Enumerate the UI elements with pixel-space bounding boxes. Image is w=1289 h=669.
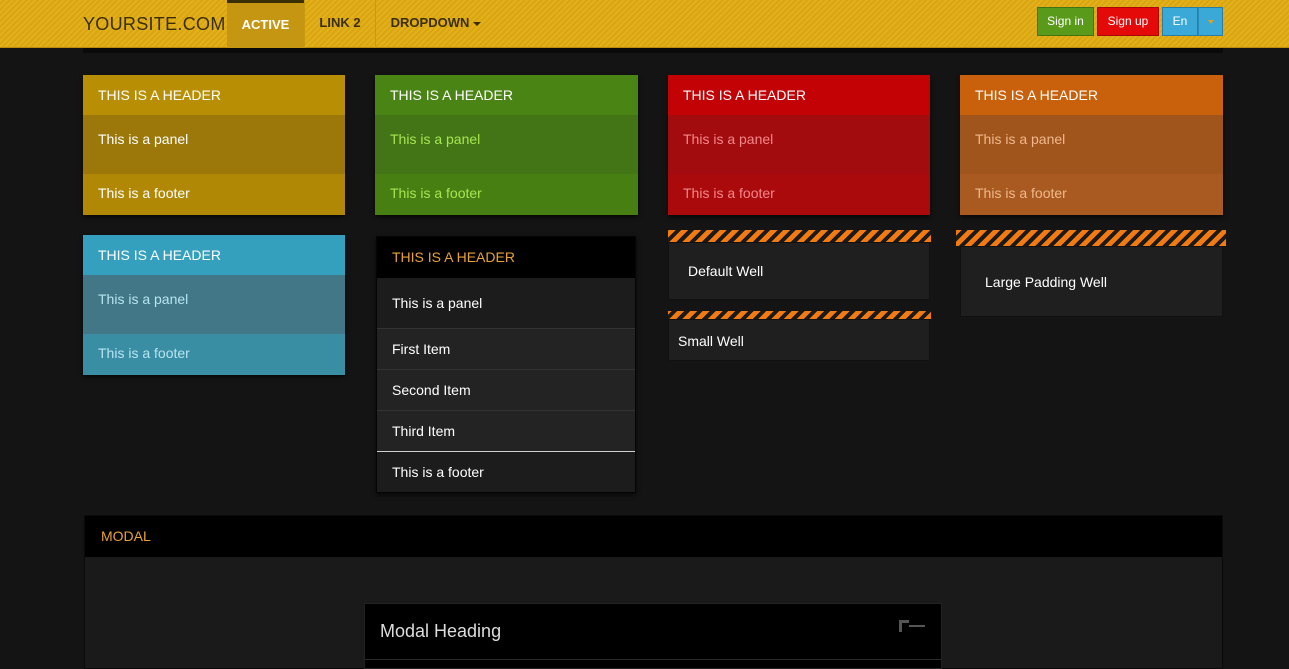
panel-red: THIS IS A HEADER This is a panel This is… xyxy=(668,75,930,215)
panel-body: This is a panel xyxy=(375,115,638,174)
caret-down-icon xyxy=(473,21,482,26)
modal-dialog: Modal Heading xyxy=(364,603,942,669)
panel-body: This is a panel xyxy=(377,278,635,329)
nav-item-label: DROPDOWN xyxy=(390,15,470,30)
panel-header: THIS IS A HEADER xyxy=(668,75,930,115)
well-label: Default Well xyxy=(688,263,764,279)
close-icon[interactable] xyxy=(899,620,925,634)
panel-header: THIS IS A HEADER xyxy=(375,75,638,115)
nav-item-dropdown[interactable]: DROPDOWN xyxy=(376,0,496,48)
large-padding-well: Large Padding Well xyxy=(960,246,1223,317)
panel-header: THIS IS A HEADER xyxy=(83,75,345,115)
panel-list: THIS IS A HEADER This is a panel First I… xyxy=(376,236,636,493)
panel-orange: THIS IS A HEADER This is a panel This is… xyxy=(960,75,1223,215)
hazard-stripe xyxy=(956,230,1226,246)
language-label: En xyxy=(1172,14,1188,28)
panel-footer: This is a footer xyxy=(83,174,345,215)
panel-body: This is a panel xyxy=(83,115,345,174)
panel-footer: This is a footer xyxy=(375,174,638,215)
sign-up-label: Sign up xyxy=(1107,14,1149,28)
panel-header: THIS IS A HEADER xyxy=(960,75,1223,115)
panel-footer: This is a footer xyxy=(668,174,930,215)
panel-body: This is a panel xyxy=(960,115,1223,174)
panel-gold: THIS IS A HEADER This is a panel This is… xyxy=(83,75,345,215)
modal-section-header: MODAL xyxy=(85,516,1222,557)
nav-item-label: LINK 2 xyxy=(319,15,361,30)
panel-body: This is a panel xyxy=(668,115,930,174)
panel-footer: This is a footer xyxy=(377,452,635,492)
list-item[interactable]: First Item xyxy=(377,329,635,370)
list-item[interactable]: Second Item xyxy=(377,370,635,411)
panel-blue: THIS IS A HEADER This is a panel This is… xyxy=(83,235,345,375)
language-button[interactable]: En xyxy=(1162,7,1198,36)
small-well: Small Well xyxy=(668,319,930,361)
sign-up-button[interactable]: Sign up xyxy=(1097,7,1159,36)
modal-divider xyxy=(365,659,941,660)
language-dropdown-toggle[interactable] xyxy=(1198,7,1223,36)
modal-heading: Modal Heading xyxy=(380,621,502,641)
panel-footer: This is a footer xyxy=(83,334,345,375)
sign-in-button[interactable]: Sign in xyxy=(1037,7,1094,36)
nav-item-active[interactable]: ACTIVE xyxy=(227,0,304,48)
sign-in-label: Sign in xyxy=(1047,14,1084,28)
nav-item-label: ACTIVE xyxy=(241,17,290,32)
well-label: Large Padding Well xyxy=(985,274,1107,290)
list-item[interactable]: Third Item xyxy=(377,411,635,452)
navbar-shadow xyxy=(83,48,1223,53)
well-label: Small Well xyxy=(678,333,744,349)
panel-body: This is a panel xyxy=(83,275,345,334)
default-well: Default Well xyxy=(668,242,930,300)
panel-header: THIS IS A HEADER xyxy=(377,237,635,278)
hazard-stripe xyxy=(668,230,931,242)
panel-footer: This is a footer xyxy=(960,174,1223,215)
panel-green: THIS IS A HEADER This is a panel This is… xyxy=(375,75,638,215)
nav-item-link2[interactable]: LINK 2 xyxy=(305,0,375,48)
brand-logo[interactable]: YOURSITE.COM xyxy=(83,0,226,48)
hazard-stripe xyxy=(668,311,931,319)
panel-header: THIS IS A HEADER xyxy=(83,235,345,275)
caret-down-icon xyxy=(1207,19,1214,24)
